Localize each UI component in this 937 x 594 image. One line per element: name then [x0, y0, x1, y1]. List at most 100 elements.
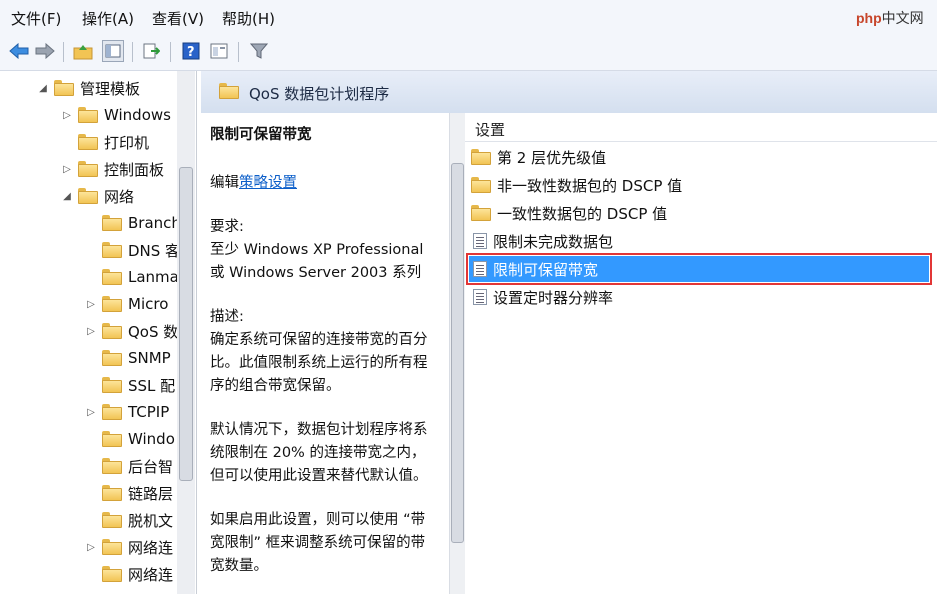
requirements-line: 至少 Windows XP Professional — [210, 242, 424, 258]
folder-icon — [102, 215, 122, 231]
tree-node[interactable]: ▷ 控制面板 — [60, 157, 164, 181]
folder-icon — [78, 134, 98, 150]
tree-node[interactable]: ◢ 网络 — [60, 184, 134, 208]
collapse-triangle-icon[interactable]: ◢ — [60, 191, 74, 202]
expand-triangle-icon[interactable]: ▷ — [60, 110, 74, 121]
description-label: 描述: — [210, 309, 244, 325]
expand-triangle-icon[interactable]: ▷ — [84, 542, 98, 553]
list-item-selected[interactable]: 限制可保留带宽 — [466, 253, 932, 285]
watermark: php中文网 — [856, 10, 924, 26]
folder-icon — [102, 242, 122, 258]
description-text: 默认情况下，数据包计划程序将系 — [210, 422, 428, 438]
help-icon[interactable]: ? — [180, 40, 202, 62]
requirements-label: 要求: — [210, 219, 244, 235]
expand-triangle-icon[interactable]: ▷ — [60, 164, 74, 175]
description-scroll-thumb[interactable] — [451, 163, 464, 543]
menu-file[interactable]: 文件(F) — [11, 8, 61, 29]
tree-node[interactable]: SSL 配 — [84, 373, 175, 397]
list-item[interactable]: 第 2 层优先级值 — [469, 144, 929, 170]
expand-triangle-icon[interactable]: ▷ — [84, 407, 98, 418]
description-panel: 限制可保留带宽 编辑策略设置 要求: 至少 Windows XP Profess… — [201, 113, 450, 594]
policy-setting-icon — [473, 233, 487, 249]
tree-node[interactable]: 打印机 — [60, 130, 149, 154]
toolbar: ? — [0, 34, 937, 71]
menu-bar: 文件(F) 操作(A) 查看(V) 帮助(H) php中文网 — [0, 0, 937, 34]
folder-icon — [102, 350, 122, 366]
filter-icon[interactable] — [248, 40, 270, 62]
svg-text:?: ? — [187, 45, 195, 60]
forward-arrow-icon[interactable] — [34, 40, 56, 62]
folder-icon — [54, 80, 74, 96]
tree-node[interactable]: ▷ Micro — [84, 292, 168, 316]
folder-icon — [102, 431, 122, 447]
tree-node[interactable]: SNMP — [84, 346, 171, 370]
folder-icon — [102, 512, 122, 528]
list-item[interactable]: 一致性数据包的 DSCP 值 — [469, 200, 929, 226]
export-list-icon[interactable] — [140, 40, 162, 62]
category-header: QoS 数据包计划程序 — [201, 71, 937, 113]
tree-node[interactable]: 脱机文 — [84, 508, 173, 532]
show-hide-tree-icon[interactable] — [102, 40, 124, 62]
setting-title: 限制可保留带宽 — [210, 127, 312, 143]
folder-icon — [78, 161, 98, 177]
list-item[interactable]: 设置定时器分辨率 — [469, 284, 929, 310]
menu-action[interactable]: 操作(A) — [82, 8, 134, 29]
folder-icon — [102, 539, 122, 555]
tree-node[interactable]: ▷ TCPIP — [84, 400, 169, 424]
tree-node-qos[interactable]: ▷ QoS 数 — [84, 319, 178, 343]
tree-node[interactable]: Lanma — [84, 265, 179, 289]
menu-help[interactable]: 帮助(H) — [222, 8, 275, 29]
requirements-line: 或 Windows Server 2003 系列 — [210, 265, 422, 281]
folder-icon — [102, 566, 122, 582]
folder-icon — [471, 205, 491, 221]
edit-line: 编辑策略设置 — [210, 175, 297, 191]
policy-settings-link[interactable]: 策略设置 — [239, 175, 297, 191]
tree-node[interactable]: ▷ Windows — [60, 103, 171, 127]
description-text: 确定系统可保留的连接带宽的百分 — [210, 332, 428, 348]
tree-scroll-thumb[interactable] — [179, 167, 193, 481]
tree-node[interactable]: DNS 客 — [84, 238, 180, 262]
tree-node-admin-templates[interactable]: ◢ 管理模板 — [36, 76, 140, 100]
settings-list: 设置 第 2 层优先级值 非一致性数据包的 DSCP 值 一致性数据包的 DSC… — [465, 113, 937, 594]
folder-icon — [102, 323, 122, 339]
description-text: 但可以使用此设置来替代默认值。 — [210, 468, 428, 484]
policy-setting-icon — [473, 261, 487, 277]
folder-icon — [102, 485, 122, 501]
tree-node[interactable]: 网络连 — [84, 562, 173, 586]
tree-scrollbar[interactable] — [177, 71, 195, 594]
up-folder-icon[interactable] — [72, 40, 94, 62]
policy-setting-icon — [473, 289, 487, 305]
folder-icon — [471, 177, 491, 193]
expand-triangle-icon[interactable]: ▷ — [84, 299, 98, 310]
column-header-setting[interactable]: 设置 — [465, 113, 937, 142]
folder-icon — [471, 149, 491, 165]
tree-node[interactable]: Windo — [84, 427, 175, 451]
collapse-triangle-icon[interactable]: ◢ — [36, 83, 50, 94]
folder-icon — [102, 404, 122, 420]
description-text: 统限制在 20% 的连接带宽之内， — [210, 445, 426, 461]
back-arrow-icon[interactable] — [8, 40, 30, 62]
expand-triangle-icon[interactable]: ▷ — [84, 326, 98, 337]
navigation-tree: ◢ 管理模板 ▷ Windows 打印机 ▷ 控制面板 ◢ 网络 Branch DNS … — [0, 71, 197, 594]
category-title: QoS 数据包计划程序 — [249, 85, 390, 103]
menu-view[interactable]: 查看(V) — [152, 8, 204, 29]
description-text: 如果启用此设置，则可以使用 “带 — [210, 512, 426, 528]
tree-node[interactable]: 链路层 — [84, 481, 173, 505]
folder-icon — [102, 296, 122, 312]
description-text: 宽限制” 框来调整系统可保留的带 — [210, 535, 426, 551]
folder-icon — [78, 188, 98, 204]
description-text: 宽数量。 — [210, 558, 268, 574]
folder-icon — [219, 83, 239, 99]
description-text: 比。此值限制系统上运行的所有程 — [210, 355, 428, 371]
description-scrollbar[interactable] — [450, 113, 465, 594]
details-pane: QoS 数据包计划程序 限制可保留带宽 编辑策略设置 要求: 至少 Window… — [201, 71, 937, 594]
extended-view-icon[interactable] — [208, 40, 230, 62]
folder-icon — [78, 107, 98, 123]
tree-node[interactable]: Branch — [84, 211, 181, 235]
description-text: 序的组合带宽保留。 — [210, 378, 341, 394]
tree-node[interactable]: 后台智 — [84, 454, 173, 478]
list-item[interactable]: 限制未完成数据包 — [469, 228, 929, 254]
folder-icon — [102, 269, 122, 285]
list-item[interactable]: 非一致性数据包的 DSCP 值 — [469, 172, 929, 198]
tree-node[interactable]: ▷ 网络连 — [84, 535, 173, 559]
